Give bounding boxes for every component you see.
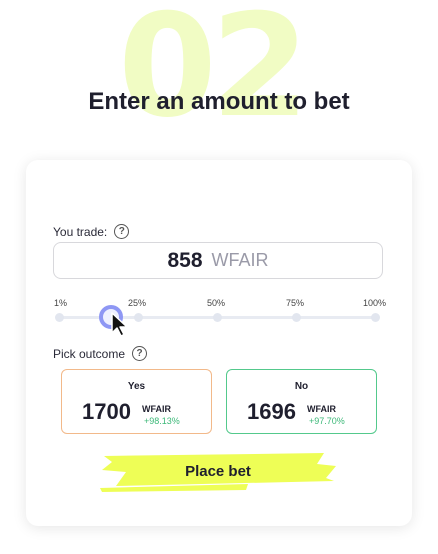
outcome-no-button[interactable]: No 1696 WFAIR +97.70% [226, 369, 377, 434]
outcome-payout: 1696 [247, 399, 296, 424]
bet-step-panel: 02 Enter an amount to bet You trade: ? 8… [0, 0, 438, 554]
mouse-pointer-icon [111, 312, 128, 337]
outcome-currency: WFAIR [307, 404, 336, 414]
outcome-payout: 1700 [82, 399, 131, 424]
outcome-yes-button[interactable]: Yes 1700 WFAIR +98.13% [61, 369, 212, 434]
slider-tick[interactable] [371, 313, 380, 322]
help-icon[interactable]: ? [132, 346, 148, 361]
outcome-currency: WFAIR [142, 404, 171, 414]
pick-outcome-label: Pick outcome [53, 346, 126, 361]
step-number: 02 [118, 0, 310, 149]
place-bet-button[interactable]: Place bet [98, 448, 338, 496]
slider-tick[interactable] [55, 313, 64, 322]
help-icon[interactable]: ? [114, 224, 130, 239]
step-title: Enter an amount to bet [88, 88, 350, 115]
outcome-change: +97.70% [309, 416, 345, 426]
trade-label: You trade: [53, 224, 108, 239]
trade-label-row: You trade: ? [53, 224, 130, 239]
slider-tick-label: 1% [54, 298, 68, 308]
slider-tick[interactable] [292, 313, 301, 322]
place-bet-label: Place bet [185, 463, 251, 480]
slider-tick[interactable] [213, 313, 222, 322]
amount-value[interactable]: 858 [167, 249, 202, 273]
amount-currency: WFAIR [211, 250, 269, 270]
bet-card: You trade: ? 858 WFAIR 1% 25% 50% 75% 10… [26, 160, 412, 526]
slider-tick-label: 100% [363, 298, 387, 308]
slider-tick-label: 25% [128, 298, 147, 308]
outcome-change: +98.13% [144, 416, 180, 426]
slider-tick[interactable] [134, 313, 143, 322]
outcome-name: No [294, 381, 309, 392]
slider-tick-label: 50% [207, 298, 226, 308]
pick-outcome-label-row: Pick outcome ? [53, 346, 148, 361]
amount-input[interactable]: 858 WFAIR [53, 242, 383, 279]
outcome-name: Yes [127, 381, 146, 392]
slider-tick-label: 75% [286, 298, 305, 308]
